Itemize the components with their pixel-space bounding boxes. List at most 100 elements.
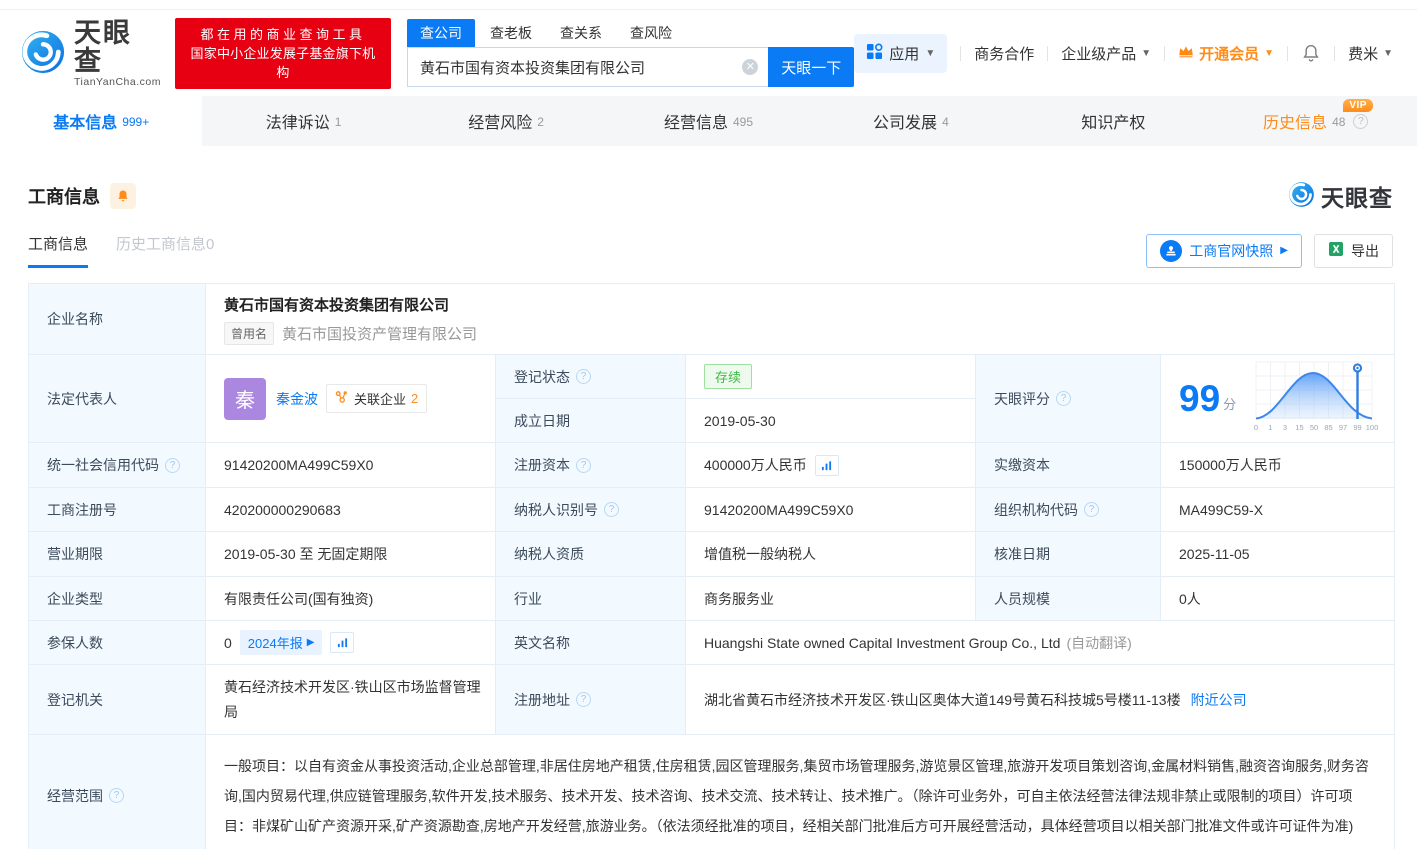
help-icon[interactable]: ? xyxy=(576,369,591,384)
value-text: 2019-05-30 xyxy=(704,412,776,429)
nav-business-cooperation[interactable]: 商务合作 xyxy=(974,43,1034,64)
label-text: 营业期限 xyxy=(47,546,103,562)
former-name-badge: 曾用名 xyxy=(224,321,275,345)
help-icon[interactable]: ? xyxy=(1353,113,1369,129)
section-title: 工商信息 xyxy=(28,187,100,207)
search-tab-risk[interactable]: 查风险 xyxy=(617,19,685,47)
label-text: 工商注册号 xyxy=(47,501,117,518)
svg-text:15: 15 xyxy=(1296,423,1304,432)
label-text: 企业名称 xyxy=(47,311,103,327)
nav-user-menu[interactable]: 费米 ▼ xyxy=(1348,43,1393,64)
field-value-score[interactable]: 99 分 0 1 3 15 50 85 97 99 100 xyxy=(1161,355,1395,443)
divider xyxy=(1287,45,1289,61)
field-label-reg-authority: 登记机关 xyxy=(29,665,206,735)
value-text: 0人 xyxy=(1179,590,1201,607)
tab-count: 2 xyxy=(537,115,544,129)
excel-icon xyxy=(1328,241,1344,260)
apps-menu[interactable]: 应用 ▼ xyxy=(854,33,948,73)
subtab-row: 工商信息 历史工商信息0 工商官网快照 ▶ 导出 xyxy=(0,213,1417,268)
tab-operating-risk[interactable]: 经营风险 2 xyxy=(405,96,607,146)
field-label-paid-capital: 实缴资本 xyxy=(976,443,1161,488)
related-label: 关联企业 xyxy=(354,392,407,407)
help-icon[interactable]: ? xyxy=(576,457,591,473)
promo-line2: 国家中小企业发展子基金旗下机构 xyxy=(190,45,376,80)
help-icon[interactable]: ? xyxy=(1084,502,1099,517)
value-text: 91420200MA499C59X0 xyxy=(704,501,854,518)
search-button[interactable]: 天眼一下 xyxy=(768,47,855,87)
help-icon[interactable]: ? xyxy=(576,692,591,707)
monitor-bell-icon[interactable] xyxy=(110,183,136,209)
field-value-est-date: 2019-05-30 xyxy=(686,399,976,443)
svg-text:0: 0 xyxy=(1254,423,1258,432)
tab-company-development[interactable]: 公司发展 4 xyxy=(810,96,1012,146)
field-label-reg-address: 注册地址? xyxy=(496,665,686,735)
help-icon[interactable]: ? xyxy=(604,502,619,517)
tab-count: 4 xyxy=(942,115,949,129)
field-label-uscc: 统一社会信用代码? xyxy=(29,443,206,488)
field-label-reg-status: 登记状态? xyxy=(496,355,686,399)
tab-basic-info[interactable]: 基本信息 999+ xyxy=(0,96,203,146)
tianyancha-logo[interactable]: 天眼查 TianYanCha.com xyxy=(20,19,161,88)
arrow-right-icon: ▶ xyxy=(1280,245,1288,256)
related-companies-badge[interactable]: 关联企业 2 xyxy=(326,384,428,413)
tab-business-info[interactable]: 经营信息 495 xyxy=(607,96,809,146)
field-label-score: 天眼评分? xyxy=(976,355,1161,443)
search-tab-boss[interactable]: 查老板 xyxy=(477,19,545,47)
value-text: 91420200MA499C59X0 xyxy=(224,457,374,473)
field-value-approval-date: 2025-11-05 xyxy=(1161,532,1395,577)
help-icon[interactable]: ? xyxy=(109,788,124,803)
field-value-company-type: 有限责任公司(国有独资) xyxy=(206,577,496,621)
value-text: 商务服务业 xyxy=(704,590,774,607)
tab-intellectual-property[interactable]: 知识产权 xyxy=(1012,96,1214,146)
label-text: 组织机构代码 xyxy=(994,501,1078,518)
label-text: 纳税人识别号 xyxy=(514,501,598,518)
svg-text:85: 85 xyxy=(1325,423,1333,432)
tab-legal-proceedings[interactable]: 法律诉讼 1 xyxy=(202,96,404,146)
subtab-business-registration[interactable]: 工商信息 xyxy=(28,233,89,268)
svg-text:100: 100 xyxy=(1366,423,1379,432)
arrow-right-icon: ▶ xyxy=(306,637,315,648)
nav-enterprise-products[interactable]: 企业级产品 ▼ xyxy=(1061,43,1151,64)
subtab-history-registration[interactable]: 历史工商信息0 xyxy=(116,233,214,268)
divider xyxy=(1334,45,1336,61)
svg-text:50: 50 xyxy=(1310,423,1318,432)
value-text: 400000万人民币 xyxy=(704,457,807,473)
field-value-taxpayer-quality: 增值税一般纳税人 xyxy=(686,532,976,577)
annual-report-badge[interactable]: 2024年报 ▶ xyxy=(239,630,323,655)
field-value-paid-capital: 150000万人民币 xyxy=(1161,443,1395,488)
watermark-text: 天眼查 xyxy=(1321,185,1393,211)
export-button[interactable]: 导出 xyxy=(1314,233,1393,268)
official-snapshot-button[interactable]: 工商官网快照 ▶ xyxy=(1146,233,1302,268)
help-icon[interactable]: ? xyxy=(1056,391,1071,406)
svg-text:99: 99 xyxy=(1354,423,1362,432)
nav-vip-label: 开通会员 xyxy=(1199,45,1260,63)
legal-rep-name-link[interactable]: 秦金波 xyxy=(276,389,318,409)
label-text: 行业 xyxy=(514,590,542,607)
value-text: MA499C59-X xyxy=(1179,501,1264,518)
search-tab-relation[interactable]: 查关系 xyxy=(547,19,615,47)
nearby-companies-link[interactable]: 附近公司 xyxy=(1191,690,1247,710)
search-input[interactable] xyxy=(406,47,769,87)
value-text: 2019-05-30 至 无固定期限 xyxy=(224,546,388,562)
help-icon[interactable]: ? xyxy=(165,457,180,473)
field-value-reg-authority: 黄石经济技术开发区·铁山区市场监督管理局 xyxy=(206,665,496,735)
site-header: 天眼查 TianYanCha.com 都在用的商业查询工具 国家中小企业发展子基… xyxy=(0,10,1417,96)
tab-history-info[interactable]: VIP 历史信息 48 ? xyxy=(1215,96,1417,146)
field-label-approval-date: 核准日期 xyxy=(976,532,1161,577)
legal-rep-avatar[interactable]: 秦 xyxy=(224,377,266,420)
crown-icon xyxy=(1178,45,1194,62)
tab-label: 经营信息 xyxy=(663,115,728,132)
field-value-reg-number: 420200000290683 xyxy=(206,488,496,532)
nav-open-vip[interactable]: 开通会员 ▼ xyxy=(1178,43,1274,64)
related-count: 2 xyxy=(411,391,419,406)
field-label-est-date: 成立日期 xyxy=(496,399,686,443)
field-value-english-name: Huangshi State owned Capital Investment … xyxy=(686,621,1395,665)
insured-chart-icon[interactable] xyxy=(330,632,355,653)
search-tab-company[interactable]: 查公司 xyxy=(406,19,475,47)
tab-count: 48 xyxy=(1332,115,1346,129)
vip-badge: VIP xyxy=(1343,99,1373,112)
section-header: 工商信息 天眼查 xyxy=(0,146,1417,213)
tab-label: 知识产权 xyxy=(1081,115,1146,132)
notification-bell-icon[interactable] xyxy=(1301,43,1321,63)
capital-chart-icon[interactable] xyxy=(814,454,839,476)
